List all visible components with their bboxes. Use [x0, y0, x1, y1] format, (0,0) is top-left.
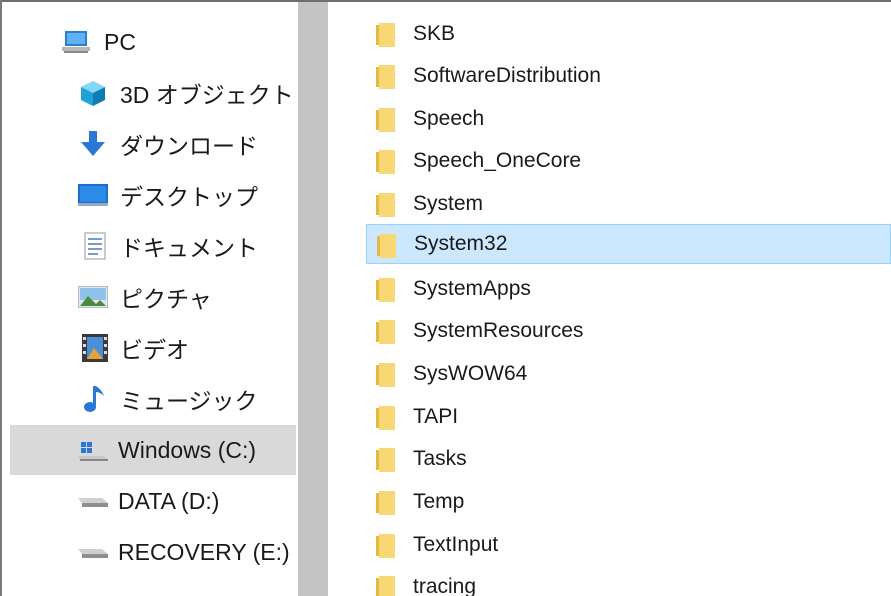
nav-item-label: 3D オブジェクト [120, 82, 294, 108]
file-list-pane: SKB SoftwareDistribution Speech Speech_O… [328, 2, 891, 596]
folder-name: SystemResources [413, 319, 584, 342]
nav-item-music[interactable]: ミュージック [10, 374, 296, 424]
folder-icon [376, 534, 395, 558]
folder-icon [376, 576, 395, 596]
folder-name: SKB [413, 22, 456, 45]
folder-name: tracing [413, 575, 477, 596]
folder-row[interactable]: Speech_OneCore [366, 141, 891, 181]
music-note-icon [78, 384, 108, 414]
3d-objects-icon [78, 78, 108, 108]
folder-name: SoftwareDistribution [413, 64, 601, 87]
folder-icon [376, 23, 395, 47]
folder-name: Temp [413, 490, 465, 513]
computer-icon [62, 27, 92, 57]
nav-item-label: ドキュメント [120, 235, 258, 261]
nav-item-label: ダウンロード [120, 133, 258, 159]
nav-item-desktop[interactable]: デスクトップ [10, 170, 296, 220]
folder-row[interactable]: System [366, 184, 891, 224]
folder-row[interactable]: SKB [366, 14, 891, 54]
download-arrow-icon [78, 129, 108, 159]
nav-item-label: ビデオ [120, 337, 189, 363]
document-icon [80, 231, 110, 261]
nav-item-pc[interactable]: PC [10, 17, 296, 67]
folder-row[interactable]: SoftwareDistribution [366, 56, 891, 96]
folder-icon [376, 108, 395, 132]
folder-row[interactable]: Speech [366, 99, 891, 139]
folder-name: Tasks [413, 447, 467, 470]
folder-icon [377, 234, 396, 258]
folder-icon [376, 448, 395, 472]
folder-name: TAPI [413, 405, 459, 428]
folder-name: Speech [413, 107, 485, 130]
folder-name: System32 [414, 232, 508, 255]
navigation-pane: PC 3D オブジェクト ダウンロード デスクトップ ドキュメント ピクチャ ビ… [2, 2, 298, 596]
folder-row[interactable]: SystemApps [366, 269, 891, 309]
nav-item-label: DATA (D:) [118, 487, 220, 514]
drive-icon [78, 537, 108, 567]
nav-item-videos[interactable]: ビデオ [10, 323, 296, 373]
folder-row[interactable]: TextInput [366, 525, 891, 565]
nav-item-3d-objects[interactable]: 3D オブジェクト [10, 68, 296, 118]
folder-name: SystemApps [413, 277, 531, 300]
folder-icon [376, 278, 395, 302]
folder-name: Speech_OneCore [413, 149, 582, 172]
folder-row[interactable]: Temp [366, 482, 891, 522]
file-explorer-window: PC 3D オブジェクト ダウンロード デスクトップ ドキュメント ピクチャ ビ… [0, 0, 891, 596]
folder-icon [376, 363, 395, 387]
nav-item-label: PC [104, 28, 136, 55]
folder-row[interactable]: SysWOW64 [366, 354, 891, 394]
folder-row-selected[interactable]: System32 [366, 224, 891, 264]
scrollbar-thumb[interactable] [298, 2, 328, 596]
folder-icon [376, 491, 395, 515]
folder-row[interactable]: TAPI [366, 397, 891, 437]
folder-name: TextInput [413, 533, 499, 556]
folder-icon [376, 320, 395, 344]
folder-row[interactable]: Tasks [366, 439, 891, 479]
folder-icon [376, 65, 395, 89]
picture-icon [78, 282, 108, 312]
drive-icon [78, 486, 108, 516]
folder-icon [376, 193, 395, 217]
nav-item-data-d[interactable]: DATA (D:) [10, 476, 296, 526]
nav-item-label: ピクチャ [120, 286, 212, 312]
folder-row[interactable]: tracing [366, 567, 891, 596]
folder-row[interactable]: SystemResources [366, 311, 891, 351]
nav-item-label: Windows (C:) [118, 436, 257, 463]
nav-item-label: デスクトップ [120, 184, 258, 210]
folder-icon [376, 150, 395, 174]
video-film-icon [80, 333, 110, 363]
folder-name: SysWOW64 [413, 362, 528, 385]
nav-item-pictures[interactable]: ピクチャ [10, 272, 296, 322]
nav-item-label: ミュージック [120, 388, 258, 414]
nav-item-recovery-e[interactable]: RECOVERY (E:) [10, 527, 296, 577]
desktop-icon [78, 180, 108, 210]
nav-item-documents[interactable]: ドキュメント [10, 221, 296, 271]
folder-name: System [413, 192, 484, 215]
nav-item-downloads[interactable]: ダウンロード [10, 119, 296, 169]
folder-icon [376, 406, 395, 430]
nav-item-windows-c[interactable]: Windows (C:) [10, 425, 296, 475]
windows-drive-icon [78, 435, 108, 465]
nav-item-label: RECOVERY (E:) [118, 538, 290, 565]
